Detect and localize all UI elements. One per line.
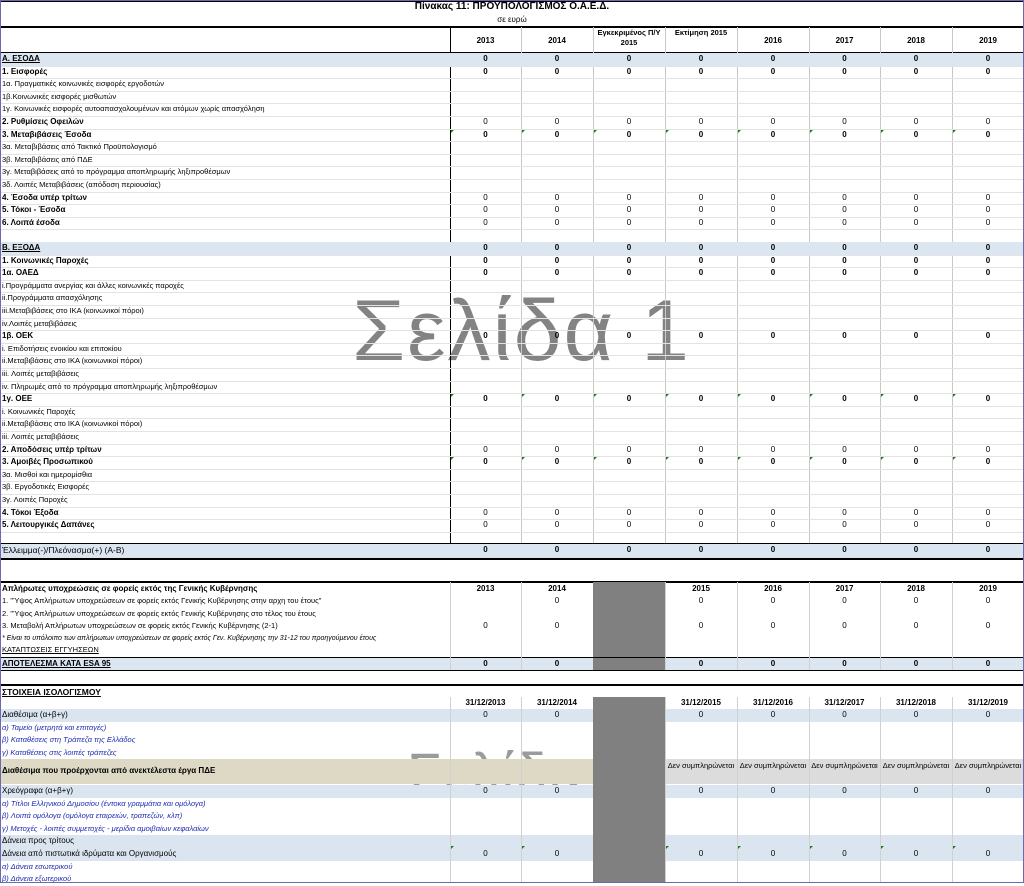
budget-spreadsheet: Πίνακας 11: ΠΡΟΫΠΟΛΟΓΙΣΜΟΣ Ο.Α.Ε.Δ. σε ε… <box>0 0 1024 883</box>
sheet-border <box>0 0 1024 883</box>
